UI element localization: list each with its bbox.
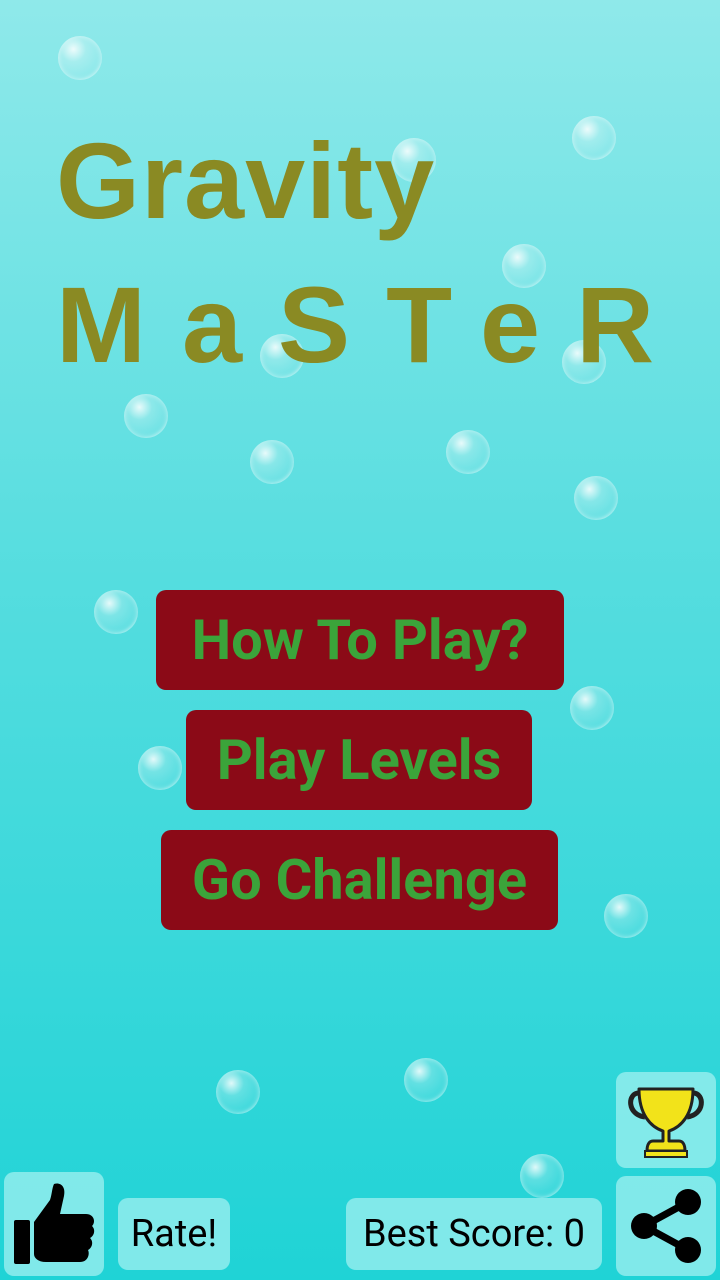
bubble bbox=[250, 440, 294, 484]
bubble bbox=[94, 590, 138, 634]
leaderboard-button[interactable] bbox=[616, 1072, 716, 1168]
bubble bbox=[404, 1058, 448, 1102]
title-line-2: MaSTeR bbox=[56, 264, 691, 385]
bubble bbox=[216, 1070, 260, 1114]
bubble bbox=[572, 116, 616, 160]
share-icon bbox=[631, 1189, 701, 1263]
bubble bbox=[520, 1154, 564, 1198]
bubble bbox=[446, 430, 490, 474]
trophy-icon bbox=[628, 1087, 704, 1158]
thumbs-up-icon bbox=[14, 1183, 95, 1264]
how-to-play-button[interactable]: How To Play? bbox=[156, 590, 564, 690]
best-score-display: Best Score: 0 bbox=[346, 1198, 602, 1270]
bubble bbox=[574, 476, 618, 520]
play-levels-button[interactable]: Play Levels bbox=[186, 710, 532, 810]
rate-button[interactable]: Rate! bbox=[118, 1198, 230, 1270]
title-line-1: Gravity bbox=[56, 120, 436, 241]
share-button[interactable] bbox=[616, 1176, 716, 1276]
go-challenge-button[interactable]: Go Challenge bbox=[161, 830, 558, 930]
bubble bbox=[570, 686, 614, 730]
bubble bbox=[124, 394, 168, 438]
bubble bbox=[604, 894, 648, 938]
like-button[interactable] bbox=[4, 1172, 104, 1276]
bubble bbox=[58, 36, 102, 80]
bubble bbox=[138, 746, 182, 790]
